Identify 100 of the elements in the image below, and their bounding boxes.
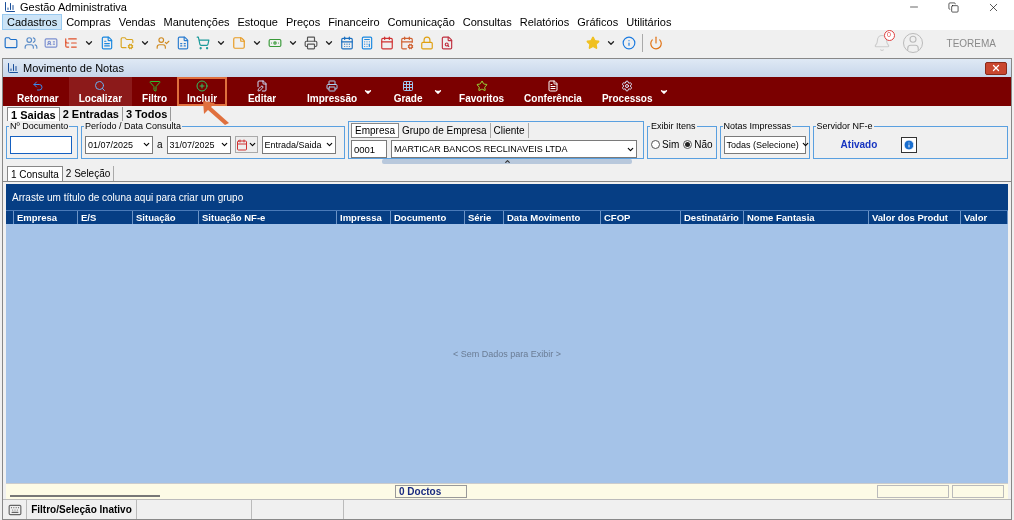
close-button[interactable] (985, 61, 1007, 75)
user-name: TEOREMA (946, 37, 996, 49)
date-from-field[interactable]: 01/07/2025 (85, 135, 153, 154)
radio-option[interactable]: Sim (651, 139, 680, 150)
company-dropdown[interactable]: MARTICAR BANCOS RECLINAVEIS LTDA (391, 140, 637, 158)
tab[interactable]: Cliente (490, 123, 529, 138)
group-by-hint: Arraste um título de coluna aqui para criar um grupo (12, 191, 244, 203)
dropdown-caret-icon[interactable] (324, 38, 334, 48)
toolbar-button[interactable]: Processos (591, 77, 663, 106)
calendar-button[interactable] (234, 136, 258, 153)
document-search-icon (440, 36, 454, 50)
folder-icon (4, 36, 18, 50)
filter-icon (148, 79, 161, 92)
lock-icon (420, 36, 434, 50)
calendar-icon (235, 138, 248, 151)
window-title: Movimento de Notas (23, 62, 125, 74)
menu-item[interactable]: Vendas (114, 14, 160, 30)
tab[interactable]: Grupo de Empresa (399, 123, 491, 138)
money-icon (268, 36, 282, 50)
power-icon (649, 36, 663, 50)
tab[interactable]: 1 Consulta (7, 166, 63, 181)
document-icon (176, 36, 190, 50)
printed-notes-dropdown[interactable]: Todas (Selecione) (723, 135, 806, 154)
toolbar-button[interactable]: Editar (227, 77, 298, 106)
menu-item[interactable]: Compras (62, 14, 115, 30)
group-label: Exibir Itens (650, 121, 697, 131)
menu-item[interactable]: Cadastros (2, 14, 63, 30)
toolbar-button[interactable]: Impressão (297, 77, 368, 106)
server-status: Ativado (840, 139, 878, 150)
group-label: Servidor NF-e (815, 121, 874, 131)
dropdown-caret-icon[interactable] (84, 38, 94, 48)
group-label: Notas Impressas (722, 121, 793, 131)
gear-icon (621, 79, 634, 92)
cart-icon (196, 36, 210, 50)
dropdown-caret-icon[interactable] (216, 38, 226, 48)
empty-message: < Sem Dados para Exibir > (452, 348, 562, 359)
document-icon (100, 36, 114, 50)
printer-icon (326, 79, 339, 92)
info-icon (622, 36, 636, 50)
app-icon (7, 62, 19, 74)
menu-item[interactable]: Relatórios (515, 14, 574, 30)
calculator-icon (360, 36, 374, 50)
calendar-icon (340, 36, 354, 50)
star-icon (475, 79, 488, 92)
toolbar-button[interactable]: Incluir (177, 77, 228, 106)
menu-item[interactable]: Comunicação (383, 14, 459, 30)
menu-item[interactable]: Preços (281, 14, 325, 30)
toolbar-button[interactable]: Filtro (132, 77, 178, 106)
toolbar-button[interactable]: Favoritos (449, 77, 515, 106)
app-icon (4, 1, 16, 13)
splitter-handle[interactable] (382, 159, 632, 164)
dropdown-caret-icon[interactable] (606, 38, 616, 48)
people-icon (24, 36, 38, 50)
list-tree-icon (64, 36, 78, 50)
date-to-field[interactable]: 31/07/2025 (166, 135, 231, 154)
toolbar-button[interactable]: Retornar (7, 77, 69, 106)
calendar-gear-icon (400, 36, 414, 50)
calendar-icon (380, 36, 394, 50)
tab[interactable]: Empresa (351, 123, 399, 138)
bell-icon[interactable] (872, 34, 891, 52)
document-number-field[interactable] (10, 135, 72, 154)
menu-item[interactable]: Manutenções (159, 14, 234, 30)
star-icon (586, 36, 600, 50)
tab[interactable]: 2 Seleção (62, 166, 115, 181)
filter-status: Filtro/Seleção Inativo (27, 500, 137, 519)
group-label: Período / Data Consulta (84, 121, 183, 131)
document-icon (547, 79, 559, 92)
printer-icon (304, 36, 318, 50)
info-button[interactable] (901, 136, 918, 153)
menu-item[interactable]: Estoque (233, 14, 282, 30)
person-icon (156, 36, 170, 50)
menu-item[interactable]: Consultas (458, 14, 516, 30)
toolbar-button[interactable]: Conferência (514, 77, 592, 106)
grid-icon (402, 79, 415, 92)
window-title: Gestão Administrativa (20, 1, 128, 13)
undo-icon (31, 79, 44, 92)
menu-item[interactable]: Financeiro (324, 14, 384, 30)
dropdown-caret-icon[interactable] (140, 38, 150, 48)
dropdown-caret-icon[interactable] (252, 38, 262, 48)
toolbar-button[interactable]: Localizar (68, 77, 133, 106)
id-card-icon (44, 36, 58, 50)
direction-dropdown[interactable]: Entrada/Saida (261, 135, 336, 154)
dropdown-caret-icon[interactable] (288, 38, 298, 48)
menu-item[interactable]: Gráficos (573, 14, 623, 30)
range-separator: a (157, 139, 163, 150)
menu-item[interactable]: Utilitários (622, 14, 676, 30)
group-label: Nº Documento (9, 121, 70, 131)
radio-option[interactable]: Não (683, 139, 713, 150)
folder-gear-icon (120, 36, 134, 50)
note-icon (232, 36, 246, 50)
search-icon (94, 79, 107, 92)
restore-icon[interactable] (948, 1, 959, 13)
horizontal-scrollbar[interactable] (10, 494, 160, 497)
close-icon (991, 63, 1001, 73)
edit-icon (256, 79, 269, 92)
keyboard-icon (7, 502, 22, 517)
toolbar-button[interactable]: Grade (379, 77, 438, 106)
plus-icon (196, 79, 209, 92)
tab[interactable]: 1 Saidas (7, 107, 60, 121)
company-code-field[interactable]: 0001 (351, 140, 387, 158)
